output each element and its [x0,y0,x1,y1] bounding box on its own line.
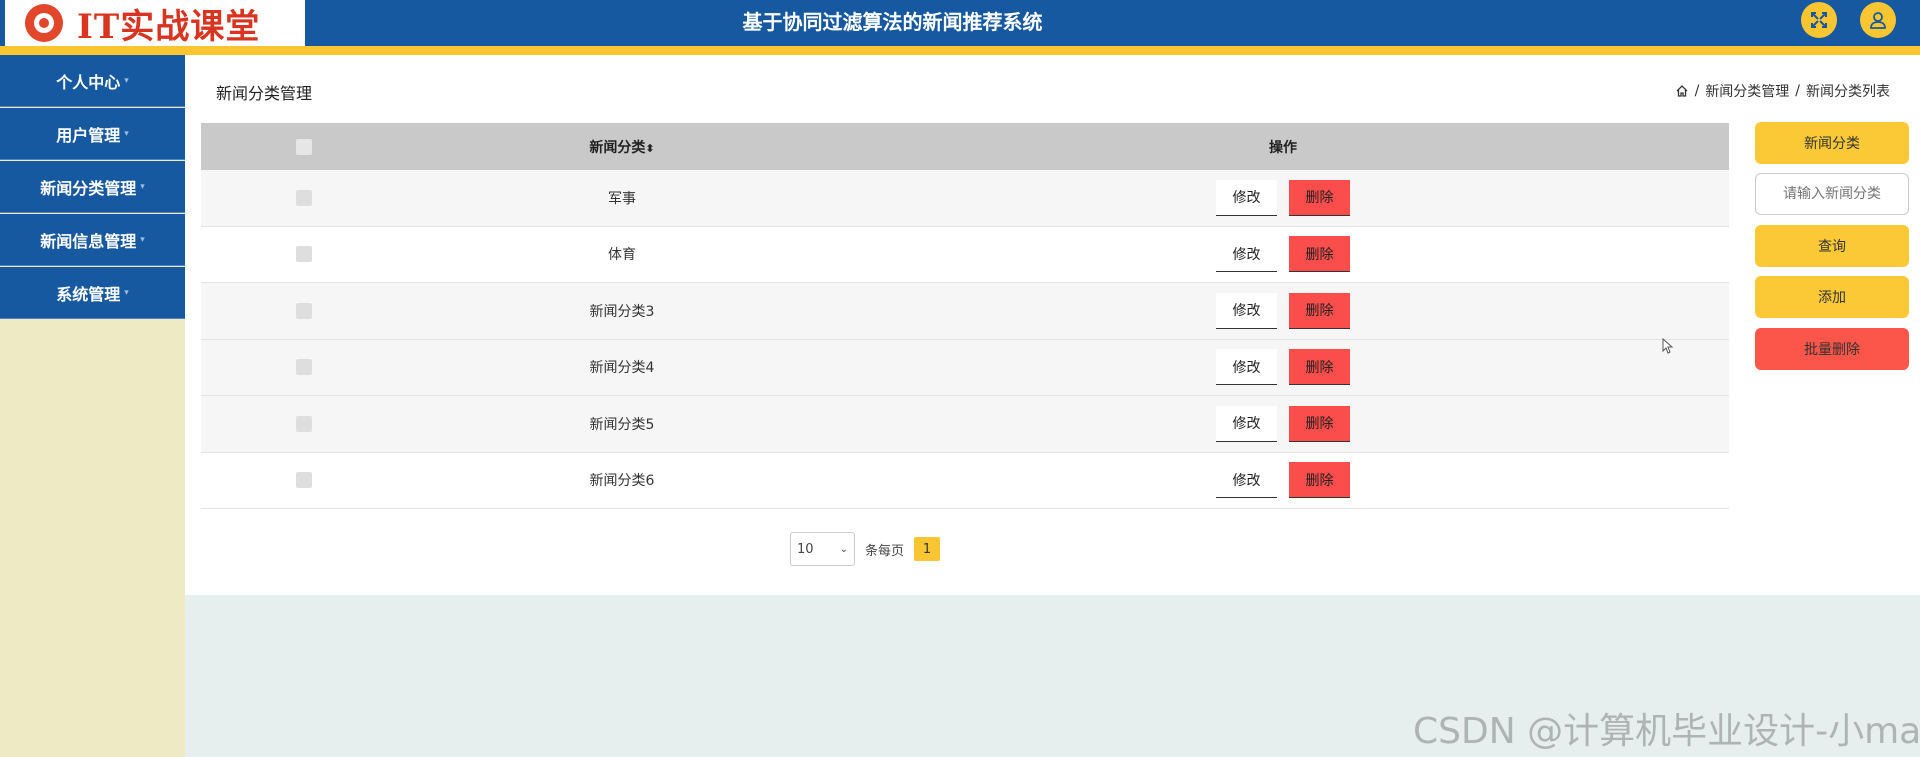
home-icon[interactable] [1675,84,1689,98]
mouse-cursor-icon [1662,338,1674,354]
page-button-current[interactable]: 1 [914,537,941,561]
edit-button[interactable]: 修改 [1216,292,1277,329]
category-cell: 体育 [608,247,636,264]
header-accent-bar [0,46,1920,55]
table-row: 体育 修改 删除 [201,227,1729,283]
table-header: 新闻分类⬍ 操作 [201,123,1729,170]
category-cell: 新闻分类3 [589,303,655,320]
edit-button[interactable]: 修改 [1216,236,1277,273]
watermark: CSDN @计算机毕业设计-小ma [1413,711,1920,752]
chevron-down-icon: ▾ [124,75,129,86]
sidebar-item-system[interactable]: 系统管理 ▾ [0,267,185,319]
category-cell: 新闻分类6 [589,473,655,490]
expand-icon [1811,12,1827,28]
delete-button[interactable]: 删除 [1289,405,1350,442]
chevron-down-icon: ▾ [124,287,129,298]
row-checkbox[interactable] [296,246,312,263]
sidebar-item-personal-center[interactable]: 个人中心 ▾ [0,55,185,107]
delete-button[interactable]: 删除 [1289,179,1350,216]
select-all-checkbox[interactable] [296,138,312,155]
user-menu-button[interactable] [1860,2,1896,38]
category-cell: 军事 [608,190,636,207]
add-button[interactable]: 添加 [1755,276,1909,318]
breadcrumb-item-current: 新闻分类列表 [1806,84,1890,100]
delete-button[interactable]: 删除 [1289,462,1350,499]
breadcrumb-separator: / [1694,83,1700,99]
sidebar-item-user-management[interactable]: 用户管理 ▾ [0,108,185,160]
table-row: 新闻分类3 修改 删除 [201,283,1729,340]
chevron-down-icon: ⌄ [839,543,848,555]
table-row: 新闻分类4 修改 删除 [201,339,1729,396]
edit-button[interactable]: 修改 [1216,349,1277,386]
sidebar: 个人中心 ▾ 用户管理 ▾ 新闻分类管理 ▾ 新闻信息管理 ▾ 系统管理 ▾ [0,55,185,757]
chevron-down-icon: ▾ [140,181,145,192]
page-title: 新闻分类管理 [216,84,313,103]
page-size-value: 10 [797,541,814,557]
logo-icon [25,4,63,42]
breadcrumb-separator: / [1795,83,1800,99]
user-icon [1870,12,1886,29]
column-header-category[interactable]: 新闻分类⬍ [407,137,837,157]
chevron-down-icon: ▾ [140,234,145,245]
category-label-button[interactable]: 新闻分类 [1755,122,1909,164]
category-cell: 新闻分类5 [589,416,655,433]
main-panel: 新闻分类管理 / 新闻分类管理 / 新闻分类列表 新闻分类⬍ 操作 军事 修改删… [185,55,1920,595]
fullscreen-button[interactable] [1801,2,1837,38]
delete-button[interactable]: 删除 [1289,236,1350,273]
sidebar-item-news-category[interactable]: 新闻分类管理 ▾ [0,161,185,213]
sidebar-item-label: 个人中心 [56,72,121,92]
column-header-actions: 操作 [1269,139,1297,156]
pagination: 10 ⌄ 条每页 1 [790,532,941,566]
table-row: 新闻分类5 修改 删除 [201,396,1729,453]
row-checkbox[interactable] [296,472,312,489]
query-button[interactable]: 查询 [1755,225,1909,267]
app-title: 基于协同过滤算法的新闻推荐系统 [742,10,1043,34]
category-table: 新闻分类⬍ 操作 军事 修改 删除 体育 修改 删除 新闻分类3 修改 删除 新闻分类… [201,123,1729,509]
page-size-select[interactable]: 10 ⌄ [790,532,855,566]
category-search-input[interactable] [1755,173,1909,215]
sidebar-item-news-info[interactable]: 新闻信息管理 ▾ [0,214,185,266]
table-row: 军事 修改 删除 [201,170,1729,227]
breadcrumb-item[interactable]: 新闻分类管理 [1705,81,1789,101]
breadcrumb: / 新闻分类管理 / 新闻分类列表 [1675,81,1890,101]
row-checkbox[interactable] [296,415,312,432]
row-checkbox[interactable] [296,302,312,319]
row-checkbox[interactable] [296,359,312,376]
sidebar-item-label: 新闻信息管理 [40,231,137,251]
category-cell: 新闻分类4 [589,360,655,377]
chevron-down-icon: ▾ [124,128,129,139]
top-header: IT实战课堂 基于协同过滤算法的新闻推荐系统 [0,0,1920,47]
logo: IT实战课堂 [5,0,305,47]
delete-button[interactable]: 删除 [1289,292,1350,329]
sort-icon[interactable]: ⬍ [645,142,654,155]
sidebar-item-label: 新闻分类管理 [40,178,137,198]
delete-button[interactable]: 删除 [1289,349,1350,386]
logo-text: IT实战课堂 [77,6,261,47]
sidebar-item-label: 用户管理 [56,125,121,145]
batch-delete-button[interactable]: 批量删除 [1755,328,1909,370]
sidebar-item-label: 系统管理 [56,284,121,304]
edit-button[interactable]: 修改 [1216,462,1277,499]
row-checkbox[interactable] [296,189,312,206]
per-page-label: 条每页 [865,543,905,559]
edit-button[interactable]: 修改 [1216,405,1277,442]
table-row: 新闻分类6 修改 删除 [201,453,1729,509]
edit-button[interactable]: 修改 [1216,179,1277,216]
